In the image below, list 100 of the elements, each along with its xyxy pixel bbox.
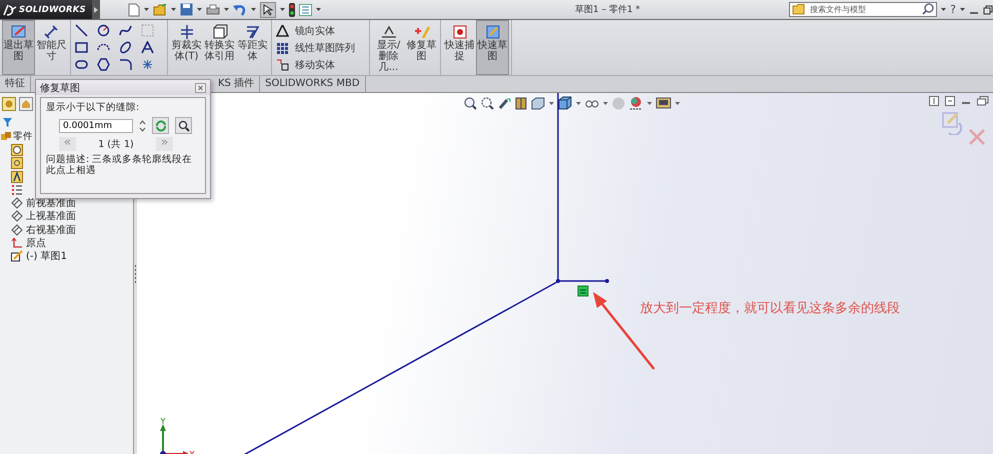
caret-icon[interactable] [224, 8, 229, 11]
target-icon [450, 24, 468, 40]
triangle-icon [276, 24, 289, 36]
polygon-tool-icon[interactable] [97, 58, 110, 71]
ribbon-button[interactable]: 智能尺寸 [35, 20, 68, 75]
feature-manager-icon[interactable] [2, 97, 16, 111]
caret-icon[interactable] [941, 8, 946, 11]
ribbon-list-item[interactable]: 镜向实体 [276, 24, 355, 38]
restore-icon[interactable] [977, 96, 989, 106]
folder-icon[interactable] [153, 4, 167, 16]
command-tab[interactable]: 特征 [0, 76, 31, 92]
traffic-light-icon[interactable] [289, 2, 295, 16]
tree-item[interactable]: 右视基准面 [26, 222, 76, 237]
caret-icon[interactable] [647, 102, 652, 104]
annotation-text: 放大到一定程度，就可以看见这条多余的线段 [640, 300, 900, 317]
caret-icon[interactable] [197, 8, 202, 11]
cube-outline-icon [210, 24, 228, 40]
sketch-icon [11, 250, 23, 262]
zoom-to-fit-icon[interactable] [464, 96, 477, 110]
annotation-icon [11, 170, 23, 183]
sensor-icon [11, 157, 23, 170]
gap-input-field[interactable]: 0.0001mm [59, 118, 133, 132]
new-document-icon[interactable] [128, 2, 140, 16]
view-orientation-icon[interactable] [531, 96, 545, 110]
sketch-exit-icon [10, 24, 28, 40]
refresh-button[interactable] [152, 117, 169, 134]
glasses-icon[interactable] [585, 98, 599, 108]
display-settings-icon[interactable] [656, 96, 671, 110]
expand-arrow-icon[interactable] [94, 6, 98, 12]
panel-splitter-handle[interactable] [134, 264, 137, 284]
caret-icon[interactable] [144, 8, 149, 11]
caret-icon[interactable] [603, 102, 608, 104]
tree-item[interactable]: 上视基准面 [26, 209, 76, 224]
menu-expander[interactable] [92, 0, 100, 19]
pager-text: 1 (共 1) [97, 138, 135, 150]
zoom-button[interactable] [175, 117, 192, 134]
caret-icon[interactable] [960, 8, 965, 11]
ribbon-button[interactable]: 等距实体 [236, 20, 269, 75]
search-icon[interactable] [922, 3, 934, 15]
part-icon [0, 130, 12, 143]
cube-icon[interactable] [558, 96, 572, 110]
ellipse-tool-icon[interactable] [119, 41, 132, 54]
save-icon[interactable] [180, 3, 193, 16]
options-icon[interactable] [299, 4, 312, 16]
plane-icon [11, 224, 23, 236]
line-tool-icon[interactable] [75, 24, 88, 37]
ribbon-button[interactable]: 快速捕捉 [443, 20, 476, 75]
spinner-icon[interactable] [139, 120, 146, 132]
restore-icon[interactable] [983, 4, 993, 14]
caret-icon[interactable] [280, 8, 285, 11]
select-button[interactable] [260, 2, 276, 18]
ribbon-list-item[interactable]: 移动实体 [276, 58, 355, 72]
caret-icon[interactable] [251, 8, 256, 11]
history-icon [11, 144, 23, 156]
caret-icon[interactable] [549, 102, 554, 104]
command-tab[interactable]: SOLIDWORKS MBD [260, 76, 366, 92]
tree-item[interactable]: (-) 草图1 [26, 249, 67, 264]
spline-tool-icon[interactable] [119, 24, 132, 37]
ribbon-button[interactable]: 转换实体引用 [203, 20, 236, 75]
fillet-tool-icon[interactable] [119, 58, 132, 71]
help-button[interactable]: ? [950, 3, 956, 16]
caret-icon[interactable] [316, 8, 321, 11]
undo-icon[interactable] [233, 4, 247, 16]
ribbon-button[interactable]: 修复草图 [405, 20, 438, 75]
origin-icon [11, 237, 23, 250]
tree-item[interactable]: 零件 [13, 130, 33, 144]
filter-icon[interactable] [3, 118, 12, 127]
grid-icon [276, 42, 289, 54]
material-icon [11, 184, 23, 196]
scene-icon[interactable] [629, 96, 643, 110]
pencil-plus-icon [412, 24, 430, 40]
command-tab[interactable]: KS 插件 [213, 76, 260, 92]
axis-triad-drawing [160, 418, 194, 454]
caret-icon[interactable] [576, 102, 581, 104]
caret-icon[interactable] [171, 8, 176, 11]
tree-item[interactable]: 原点 [26, 236, 46, 250]
point-tool-icon[interactable] [141, 58, 154, 71]
circle-tool-icon[interactable] [97, 24, 110, 37]
previous-view-icon[interactable] [498, 96, 511, 110]
text-tool-icon[interactable] [141, 41, 154, 54]
logo-text: SOLIDWORKS [19, 4, 86, 14]
split-view-icon[interactable] [945, 96, 955, 106]
split-view-icon[interactable] [929, 96, 939, 106]
property-manager-icon[interactable] [19, 97, 33, 111]
ribbon-button[interactable]: 退出草图 [2, 20, 35, 75]
ribbon-button[interactable]: 剪裁实体(T) [170, 20, 203, 75]
printer-icon[interactable] [206, 4, 220, 16]
plane-icon [11, 210, 23, 222]
ribbon-button[interactable]: 快速草图 [476, 20, 509, 75]
section-view-icon[interactable] [515, 96, 527, 110]
ribbon-list-item[interactable]: 线性草图阵列 [276, 40, 355, 54]
ribbon-button[interactable]: 显示/删除几... [372, 20, 405, 75]
close-icon[interactable] [195, 82, 206, 92]
zoom-area-icon[interactable] [481, 96, 494, 110]
triangle-icon [380, 24, 398, 40]
search-field[interactable]: 搜索文件与模型 [789, 2, 938, 17]
slot-tool-icon[interactable] [75, 58, 88, 71]
rect-tool-icon[interactable] [75, 41, 88, 54]
window-title: 草图1 – 零件1 * [575, 4, 640, 16]
caret-icon[interactable] [675, 102, 680, 104]
